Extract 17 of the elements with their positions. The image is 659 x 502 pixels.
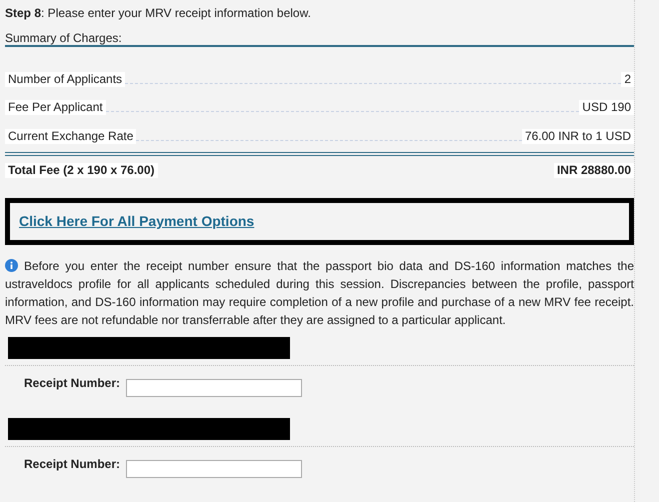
receipt-number-field[interactable] [126,378,302,396]
summary-title: Summary of Charges: [5,31,122,45]
total-label: Total Fee (2 x 190 x 76.00) [5,162,158,178]
charge-label: Fee Per Applicant [5,100,106,115]
charge-value: 76.00 INR to 1 USD [522,128,634,144]
info-icon [5,258,18,272]
charge-label: Number of Applicants [5,72,126,86]
charge-value: USD 190 [579,100,634,115]
info-note: Before you enter the receipt number ensure that the passport bio data and DS-160 information matches the ustraveldocs profile for all applicants scheduled during this session. Discrepancies between the profile, passport information, and DS-160 information may require completion of a new profile and purchase of a new MRV fee receipt. MRV fees are not refundable nor transferrable after they are assigned to a particular applicant. [5,258,634,328]
payment-options-link[interactable]: Click Here For All Payment Options [19,213,254,229]
charge-value: 2 [621,72,634,86]
total-value: INR 28880.00 [554,162,634,178]
step-instruction: Step 8: Please enter your MRV receipt information below. [5,6,311,20]
charge-label: Current Exchange Rate [5,128,136,144]
receipt-number-label: Receipt Number: [24,456,120,470]
receipt-number-field[interactable] [126,460,302,478]
receipt-number-label: Receipt Number: [24,376,120,390]
